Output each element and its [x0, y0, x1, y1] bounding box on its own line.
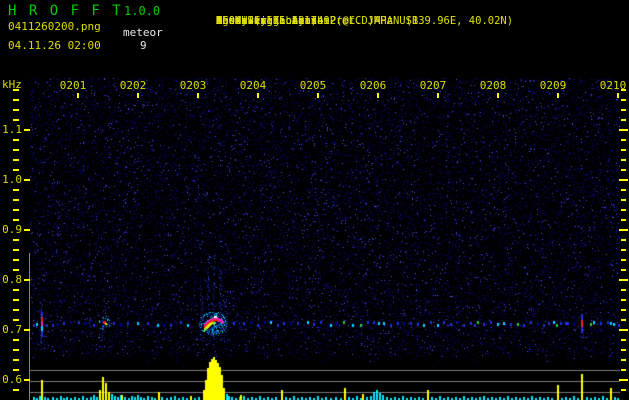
- time-tick: [137, 93, 139, 98]
- freq-minor-tick-right: [621, 89, 626, 91]
- freq-major-tick-left: [24, 229, 30, 231]
- time-label-0205: 0205: [299, 79, 327, 92]
- time-label-0209: 0209: [539, 79, 567, 92]
- freq-major-tick-right: [619, 229, 628, 231]
- freq-label-1.1: 1.1: [2, 123, 22, 136]
- time-label-0203: 0203: [179, 79, 207, 92]
- freq-minor-tick-left: [13, 99, 19, 101]
- freq-minor-tick-left: [13, 299, 19, 301]
- freq-minor-tick-right: [621, 349, 626, 351]
- freq-minor-tick-left: [13, 259, 19, 261]
- freq-minor-tick-right: [621, 169, 626, 171]
- freq-minor-tick-right: [621, 199, 626, 201]
- freq-minor-tick-right: [621, 109, 626, 111]
- freq-major-tick-left: [24, 129, 30, 131]
- freq-minor-tick-right: [621, 369, 626, 371]
- freq-minor-tick-left: [13, 219, 19, 221]
- app-version: 1.0.0: [124, 4, 161, 18]
- freq-minor-tick-right: [621, 309, 626, 311]
- freq-major-tick-right: [619, 179, 628, 181]
- info-row-receiving-antenna: Receiving antenna: A504HB(yagi 4el): [178, 2, 323, 42]
- freq-minor-tick-right: [621, 249, 626, 251]
- freq-label-0.8: 0.8: [2, 273, 22, 286]
- freq-minor-tick-right: [621, 299, 626, 301]
- app-title: H R O F F T: [8, 3, 123, 19]
- time-tick: [77, 93, 79, 98]
- freq-minor-tick-right: [621, 239, 626, 241]
- time-tick: [257, 93, 259, 98]
- freq-minor-tick-right: [621, 389, 626, 391]
- freq-minor-tick-left: [13, 339, 19, 341]
- time-tick: [317, 93, 319, 98]
- freq-minor-tick-right: [621, 189, 626, 191]
- time-label-0206: 0206: [359, 79, 387, 92]
- meteor-count: 9: [140, 39, 147, 52]
- freq-minor-tick-right: [621, 159, 626, 161]
- output-filename: 0411260200.png: [8, 20, 101, 33]
- freq-major-tick-right: [619, 329, 628, 331]
- freq-major-tick-right: [619, 379, 628, 381]
- freq-minor-tick-left: [13, 199, 19, 201]
- freq-minor-tick-left: [13, 159, 19, 161]
- freq-minor-tick-right: [621, 259, 626, 261]
- freq-major-tick-left: [24, 179, 30, 181]
- freq-minor-tick-left: [13, 369, 19, 371]
- time-label-0202: 0202: [119, 79, 147, 92]
- hrofft-screen: H R O F F T 1.0.0 0411260200.png 04.11.2…: [0, 0, 629, 400]
- freq-major-tick-right: [619, 129, 628, 131]
- freq-minor-tick-left: [13, 359, 19, 361]
- freq-minor-tick-left: [13, 139, 19, 141]
- freq-minor-tick-left: [13, 169, 19, 171]
- freq-minor-tick-right: [621, 139, 626, 141]
- mode-label: meteor: [123, 26, 163, 39]
- time-tick: [557, 93, 559, 98]
- freq-minor-tick-left: [13, 289, 19, 291]
- freq-minor-tick-left: [13, 119, 19, 121]
- freq-minor-tick-left: [13, 149, 19, 151]
- spectrogram-canvas: [30, 78, 620, 400]
- freq-minor-tick-left: [13, 309, 19, 311]
- left-axis-line: [29, 253, 30, 400]
- freq-minor-tick-left: [13, 109, 19, 111]
- freq-minor-tick-right: [621, 319, 626, 321]
- freq-label-0.9: 0.9: [2, 223, 22, 236]
- freq-minor-tick-left: [13, 349, 19, 351]
- freq-major-tick-left: [24, 329, 30, 331]
- time-label-0204: 0204: [239, 79, 267, 92]
- freq-minor-tick-left: [13, 269, 19, 271]
- freq-minor-tick-right: [621, 339, 626, 341]
- freq-minor-tick-right: [621, 209, 626, 211]
- freq-minor-tick-right: [621, 119, 626, 121]
- freq-minor-tick-left: [13, 249, 19, 251]
- time-tick: [377, 93, 379, 98]
- freq-label-0.7: 0.7: [2, 323, 22, 336]
- freq-minor-tick-left: [13, 389, 19, 391]
- time-label-0208: 0208: [479, 79, 507, 92]
- freq-minor-tick-right: [621, 359, 626, 361]
- time-tick: [617, 93, 619, 98]
- freq-minor-tick-left: [13, 319, 19, 321]
- freq-major-tick-right: [619, 279, 628, 281]
- freq-label-0.6: 0.6: [2, 373, 22, 386]
- freq-minor-tick-left: [13, 89, 19, 91]
- time-label-0207: 0207: [419, 79, 447, 92]
- freq-minor-tick-right: [621, 149, 626, 151]
- freq-major-tick-left: [24, 379, 30, 381]
- freq-minor-tick-right: [621, 289, 626, 291]
- freq-minor-tick-left: [13, 239, 19, 241]
- freq-minor-tick-right: [621, 219, 626, 221]
- observation-datetime: 04.11.26 02:00: [8, 39, 101, 52]
- time-tick: [437, 93, 439, 98]
- time-tick: [197, 93, 199, 98]
- freq-major-tick-left: [24, 279, 30, 281]
- freq-minor-tick-left: [13, 209, 19, 211]
- freq-minor-tick-left: [13, 189, 19, 191]
- freq-label-1.0: 1.0: [2, 173, 22, 186]
- time-label-0201: 0201: [59, 79, 87, 92]
- info-value: A504HB(yagi 4el): [215, 15, 318, 28]
- time-tick: [497, 93, 499, 98]
- freq-minor-tick-right: [621, 99, 626, 101]
- freq-minor-tick-right: [621, 269, 626, 271]
